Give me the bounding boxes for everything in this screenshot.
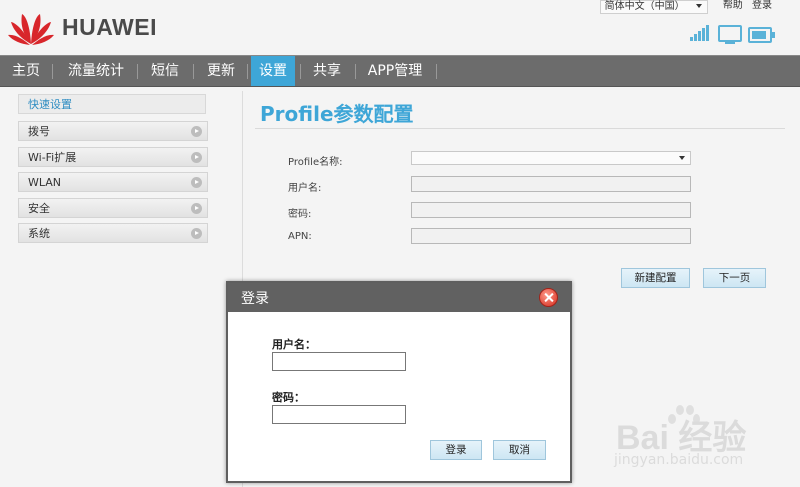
login-dialog: 登录 用户名： 密码： 登录 取消 <box>226 281 572 483</box>
dialog-header: 登录 <box>228 283 570 312</box>
chevron-right-icon <box>191 177 202 188</box>
main-nav: 主页 流量统计 短信 更新 设置 共享 APP管理 <box>0 55 800 87</box>
profile-name-label: Profile名称: <box>288 157 343 168</box>
sidebar-item-label: 安全 <box>28 202 50 215</box>
apn-label: APN: <box>288 231 312 242</box>
status-icons <box>690 25 775 44</box>
sidebar-item-label: Wi-Fi扩展 <box>28 151 77 164</box>
username-label: 用户名: <box>288 183 322 194</box>
sidebar-item-security[interactable]: 安全 <box>18 198 208 218</box>
nav-app-manage[interactable]: APP管理 <box>358 56 432 86</box>
sidebar-item-label: 系统 <box>28 227 50 240</box>
dialog-username-field[interactable] <box>272 352 406 371</box>
password-label: 密码: <box>288 209 312 220</box>
dialog-password-field[interactable] <box>272 405 406 424</box>
language-select[interactable]: 简体中文（中国） <box>599 0 708 14</box>
signal-strength-icon <box>690 25 712 41</box>
sidebar-item-wifi-extend[interactable]: Wi-Fi扩展 <box>18 147 208 167</box>
chevron-right-icon <box>191 126 202 137</box>
chevron-right-icon <box>191 203 202 214</box>
header: HUAWEI 简体中文（中国） 帮助 登录 <box>0 0 800 55</box>
password-field[interactable] <box>411 202 691 218</box>
watermark-url: jingyan.baidu.com <box>614 452 744 468</box>
dialog-username-label: 用户名： <box>272 338 316 351</box>
nav-update[interactable]: 更新 <box>196 56 246 86</box>
sidebar-item-label: 拨号 <box>28 125 50 138</box>
huawei-logo <box>8 14 54 45</box>
sidebar-item-label: WLAN <box>28 176 62 189</box>
brand-name: HUAWEI <box>62 14 157 40</box>
battery-icon <box>748 27 775 43</box>
dialog-title: 登录 <box>241 291 269 307</box>
nav-settings[interactable]: 设置 <box>251 56 295 86</box>
nav-home[interactable]: 主页 <box>0 56 52 86</box>
sidebar-item-system[interactable]: 系统 <box>18 223 208 243</box>
page-title: Profile参数配置 <box>260 102 414 126</box>
dialog-password-label: 密码： <box>272 391 305 404</box>
language-value: 简体中文（中国） <box>604 1 685 12</box>
new-config-button[interactable]: 新建配置 <box>621 268 690 288</box>
username-field[interactable] <box>411 176 691 192</box>
chevron-down-icon <box>679 156 685 160</box>
sidebar-item-quick-setup[interactable]: 快速设置 <box>18 94 206 114</box>
nav-sms[interactable]: 短信 <box>140 56 190 86</box>
top-links: 简体中文（中国） 帮助 登录 <box>599 0 772 14</box>
watermark: Bai 经验 jingyan.baidu.com <box>612 402 798 484</box>
profile-name-select[interactable] <box>411 151 691 165</box>
chevron-right-icon <box>191 152 202 163</box>
nav-traffic[interactable]: 流量统计 <box>55 56 137 86</box>
help-link[interactable]: 帮助 <box>723 0 743 12</box>
chevron-down-icon <box>695 4 702 8</box>
close-icon[interactable] <box>539 288 558 307</box>
computer-icon <box>718 25 742 44</box>
divider <box>255 128 785 129</box>
next-page-button[interactable]: 下一页 <box>703 268 766 288</box>
apn-field[interactable] <box>411 228 691 244</box>
dialog-login-button[interactable]: 登录 <box>430 440 482 460</box>
sidebar-item-dialup[interactable]: 拨号 <box>18 121 208 141</box>
nav-share[interactable]: 共享 <box>303 56 351 86</box>
sidebar-item-wlan[interactable]: WLAN <box>18 172 208 192</box>
login-link[interactable]: 登录 <box>752 0 772 12</box>
chevron-right-icon <box>191 228 202 239</box>
dialog-cancel-button[interactable]: 取消 <box>493 440 546 460</box>
